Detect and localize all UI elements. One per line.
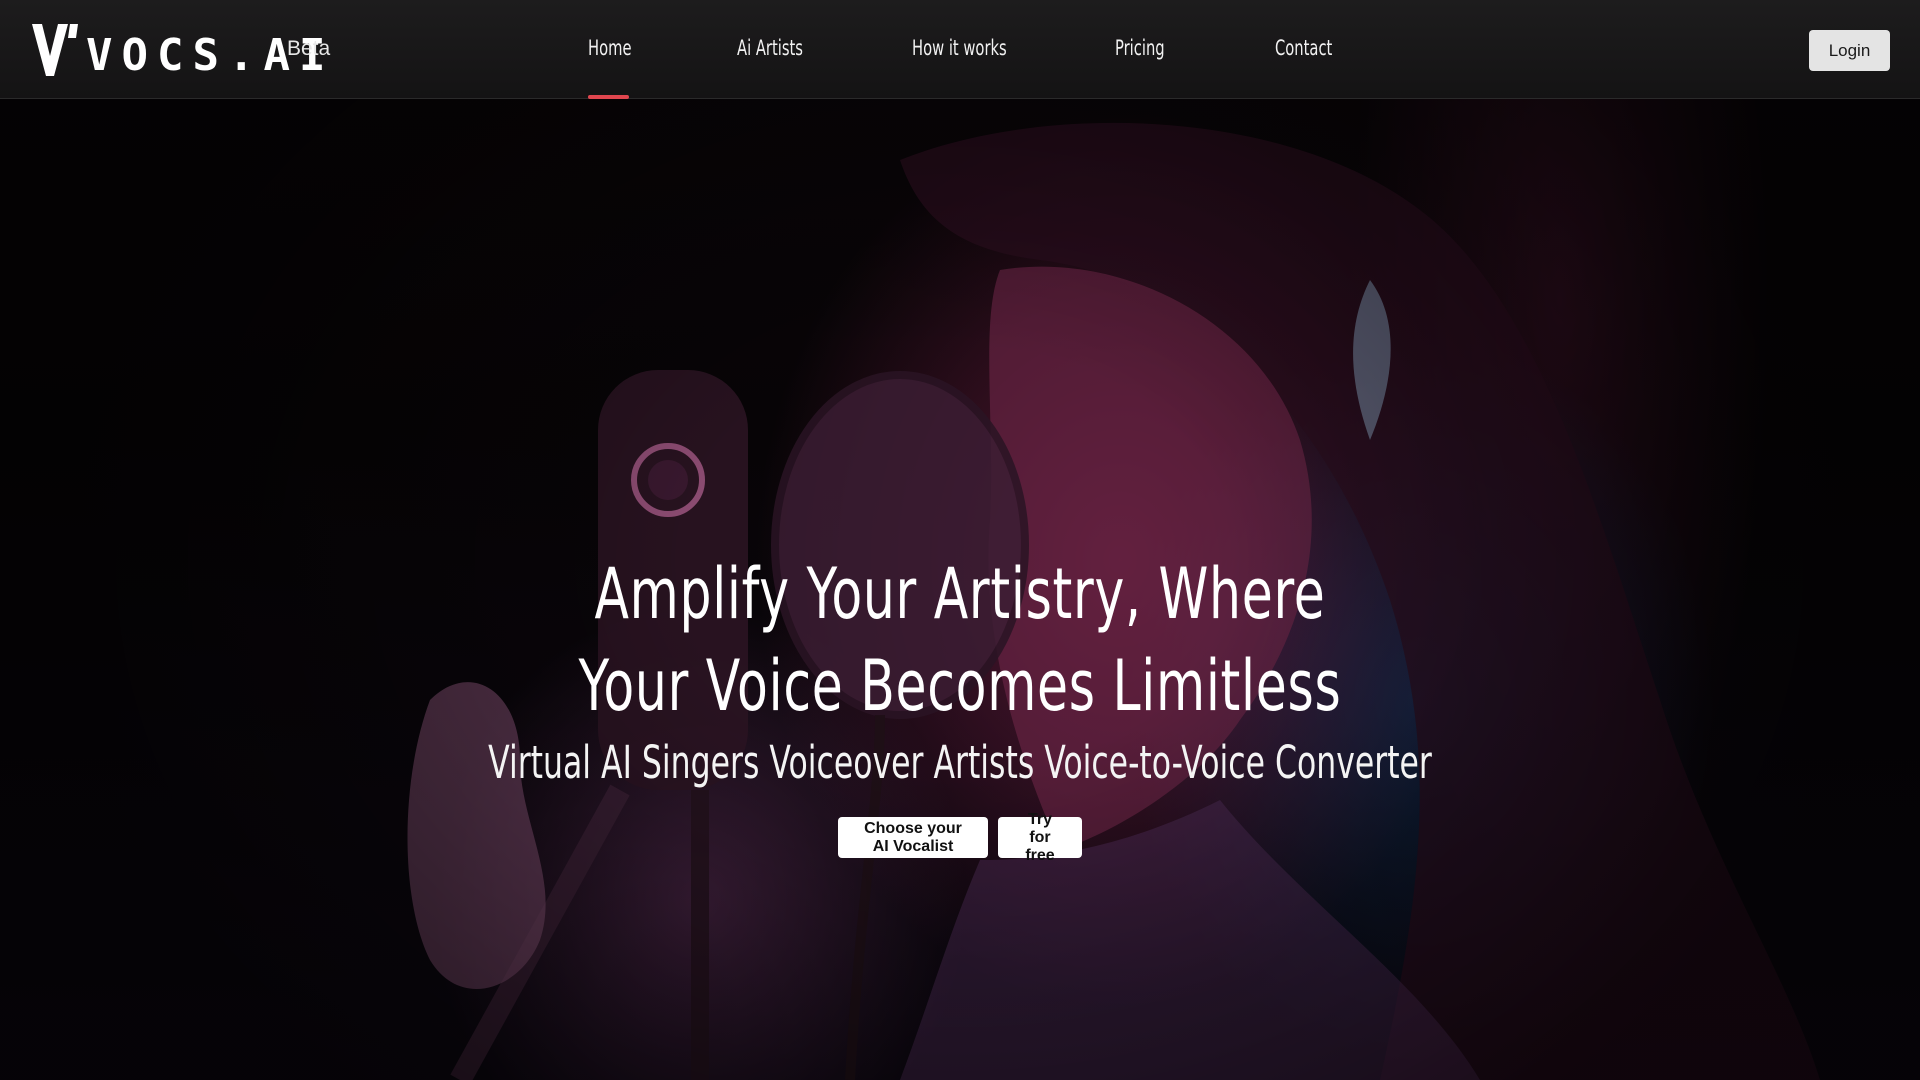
hero-title-line-2: Your Voice Becomes Limitless bbox=[578, 645, 1342, 727]
try-free-button[interactable]: Try for free bbox=[998, 811, 1082, 864]
active-nav-indicator bbox=[588, 95, 629, 99]
hero-title-line-1: Amplify Your Artistry, Where bbox=[594, 553, 1326, 635]
landing-page: VOCS.AI Beta Home Ai Artists How it work… bbox=[0, 0, 1920, 1080]
nav-how-it-works[interactable]: How it works bbox=[912, 36, 1007, 60]
nav-contact[interactable]: Contact bbox=[1275, 36, 1332, 60]
login-button[interactable]: Login bbox=[1809, 30, 1890, 71]
nav-ai-artists[interactable]: Ai Artists bbox=[737, 36, 803, 60]
hero-subtitle: Virtual AI Singers Voiceover Artists Voi… bbox=[488, 736, 1432, 789]
main-nav: Home Ai Artists How it works Pricing Con… bbox=[0, 0, 1920, 99]
nav-pricing[interactable]: Pricing bbox=[1115, 36, 1165, 60]
hero-section: Amplify Your Artistry, Where Your Voice … bbox=[0, 548, 1920, 790]
hero-title: Amplify Your Artistry, Where Your Voice … bbox=[269, 548, 1651, 732]
hero-actions: Choose your AI Vocalist Try for free bbox=[0, 811, 1920, 864]
choose-vocalist-button[interactable]: Choose your AI Vocalist bbox=[838, 817, 988, 858]
hero-vignette bbox=[0, 0, 1920, 1080]
top-navbar: VOCS.AI Beta Home Ai Artists How it work… bbox=[0, 0, 1920, 99]
nav-home[interactable]: Home bbox=[588, 36, 632, 60]
